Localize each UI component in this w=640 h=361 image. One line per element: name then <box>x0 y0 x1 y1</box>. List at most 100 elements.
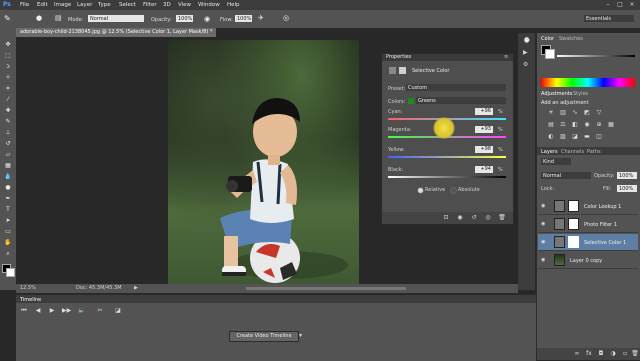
layer-row-photo-filter[interactable]: ◉ Photo Filter 1 <box>538 216 638 233</box>
reset-icon[interactable]: ↺ <box>470 214 478 222</box>
menu-view[interactable]: View <box>178 2 191 8</box>
tab-swatches[interactable]: Swatches <box>559 36 583 42</box>
document-tab[interactable]: adorable-boy-child-2138045.jpg @ 12.5% (… <box>16 28 216 37</box>
tab-channels[interactable]: Channels <box>561 149 584 155</box>
visibility-eye-icon[interactable]: ◉ <box>541 203 545 209</box>
layer-mask-thumb[interactable] <box>568 218 579 230</box>
tab-color[interactable]: Color <box>541 36 554 42</box>
panel-menu-icon[interactable]: ≡ <box>504 54 508 60</box>
invert-icon[interactable]: ◐ <box>547 133 555 141</box>
blend-mode-select[interactable]: Normal <box>541 172 591 179</box>
brush-panel-icon[interactable]: ▤ <box>55 14 62 22</box>
tab-adjustments[interactable]: Adjustments <box>541 91 572 97</box>
layer-mask-thumb[interactable] <box>568 236 579 248</box>
black-slider[interactable] <box>388 176 506 178</box>
layer-style-icon[interactable]: fx <box>585 350 593 358</box>
next-frame-icon[interactable]: ▶▶ <box>62 307 71 315</box>
channel-mixer-icon[interactable]: ⊕ <box>595 121 603 129</box>
mode-select[interactable]: Normal <box>88 15 144 22</box>
menu-layer[interactable]: Layer <box>77 2 92 8</box>
threshold-icon[interactable]: ◪ <box>571 133 579 141</box>
color-slider[interactable] <box>557 55 635 57</box>
preset-select[interactable]: Custom <box>406 84 506 91</box>
airbrush-icon[interactable]: ✈ <box>258 14 264 22</box>
black-value-input[interactable]: +94 <box>475 166 493 173</box>
clone-stamp-tool-icon[interactable]: ⊥ <box>3 128 13 137</box>
dodge-tool-icon[interactable]: ● <box>3 183 13 192</box>
close-icon[interactable]: × <box>628 1 636 9</box>
photo-filter-icon[interactable]: ◉ <box>583 121 591 129</box>
doc-size-info[interactable]: Doc: 45.3M/45.3M <box>76 286 122 291</box>
pen-tool-icon[interactable]: ✒ <box>3 194 13 203</box>
posterize-icon[interactable]: ▨ <box>559 133 567 141</box>
tab-layers[interactable]: Layers <box>541 149 558 155</box>
hand-tool-icon[interactable]: ✋ <box>3 238 13 247</box>
marquee-tool-icon[interactable]: ⬚ <box>3 51 13 60</box>
workspace-select[interactable]: Essentials <box>584 15 634 22</box>
tab-styles[interactable]: Styles <box>573 91 588 97</box>
hue-saturation-icon[interactable]: ▤ <box>547 121 555 129</box>
lasso-tool-icon[interactable]: ↄ <box>3 62 13 71</box>
tab-timeline[interactable]: Timeline <box>20 297 41 303</box>
blur-tool-icon[interactable]: 💧 <box>3 172 13 181</box>
history-brush-tool-icon[interactable]: ↺ <box>3 139 13 148</box>
flow-input[interactable]: 100% <box>235 15 252 22</box>
view-previous-state-icon[interactable]: ◉ <box>456 214 464 222</box>
visibility-eye-icon[interactable]: ◉ <box>541 239 545 245</box>
brush-preset-icon[interactable]: ● <box>36 14 42 22</box>
brightness-contrast-icon[interactable]: ☀ <box>547 109 555 117</box>
delete-layer-icon[interactable]: 🗑 <box>631 350 639 358</box>
zoom-level[interactable]: 12.5% <box>20 286 36 291</box>
levels-icon[interactable]: ▥ <box>559 109 567 117</box>
colors-select[interactable]: Greens <box>416 97 506 104</box>
quick-select-tool-icon[interactable]: ✧ <box>3 73 13 82</box>
eraser-tool-icon[interactable]: ▱ <box>3 150 13 159</box>
black-white-icon[interactable]: ◧ <box>571 121 579 129</box>
visibility-eye-icon[interactable]: ◉ <box>541 221 545 227</box>
type-tool-icon[interactable]: T <box>3 205 13 214</box>
layer-row-layer-0-copy[interactable]: ◉ Layer 0 copy <box>538 252 638 269</box>
new-layer-icon[interactable]: ▫ <box>621 350 629 358</box>
layer-filter-select[interactable]: Kind <box>541 158 571 165</box>
history-icon[interactable]: ⌚ <box>523 37 530 44</box>
photo-image[interactable] <box>168 40 359 284</box>
split-icon[interactable]: ✂ <box>96 307 104 315</box>
absolute-radio[interactable] <box>450 187 457 194</box>
healing-tool-icon[interactable]: ✚ <box>3 106 13 115</box>
link-layers-icon[interactable]: ∞ <box>573 350 581 358</box>
layer-opacity-input[interactable]: 100% <box>617 172 637 179</box>
delete-icon[interactable]: 🗑 <box>498 214 506 222</box>
previous-frame-icon[interactable]: ◀ <box>34 307 42 315</box>
color-spectrum-ramp[interactable] <box>541 78 635 87</box>
menu-image[interactable]: Image <box>54 2 71 8</box>
menu-filter[interactable]: Filter <box>143 2 157 8</box>
menu-file[interactable]: File <box>20 2 29 8</box>
visibility-eye-icon[interactable]: ◉ <box>541 257 545 263</box>
layer-row-color-lookup[interactable]: ◉ Color Lookup 1 <box>538 198 638 215</box>
yellow-slider[interactable] <box>388 156 506 158</box>
play-icon[interactable]: ▶ <box>48 307 56 315</box>
opacity-input[interactable]: 100% <box>176 15 193 22</box>
menu-help[interactable]: Help <box>227 2 240 8</box>
gradient-map-icon[interactable]: ▬ <box>583 133 591 141</box>
add-mask-icon[interactable]: ◘ <box>597 350 605 358</box>
shape-tool-icon[interactable]: ▭ <box>3 227 13 236</box>
clip-to-layer-icon[interactable]: ⊡ <box>442 214 450 222</box>
cyan-value-input[interactable]: +96 <box>475 108 493 115</box>
layer-mask-thumb[interactable] <box>568 200 579 212</box>
menu-edit[interactable]: Edit <box>37 2 48 8</box>
new-fill-adjustment-icon[interactable]: ◑ <box>609 350 617 358</box>
relative-radio[interactable] <box>417 187 424 194</box>
color-bg-swatch[interactable] <box>545 49 555 59</box>
brush-tool-icon[interactable]: ✎ <box>4 14 11 23</box>
fill-input[interactable]: 100% <box>617 185 637 192</box>
horizontal-scrollbar[interactable] <box>246 287 406 290</box>
color-balance-icon[interactable]: ⚖ <box>559 121 567 129</box>
menu-select[interactable]: Select <box>119 2 136 8</box>
timeline-dropdown-icon[interactable]: ▾ <box>299 332 302 339</box>
exposure-icon[interactable]: ◩ <box>583 109 591 117</box>
zoom-tool-icon[interactable]: ⌕ <box>3 249 13 258</box>
transition-icon[interactable]: ◪ <box>114 307 122 315</box>
audio-icon[interactable]: 🔈 <box>78 307 86 315</box>
first-frame-icon[interactable]: ⏮ <box>20 307 28 315</box>
